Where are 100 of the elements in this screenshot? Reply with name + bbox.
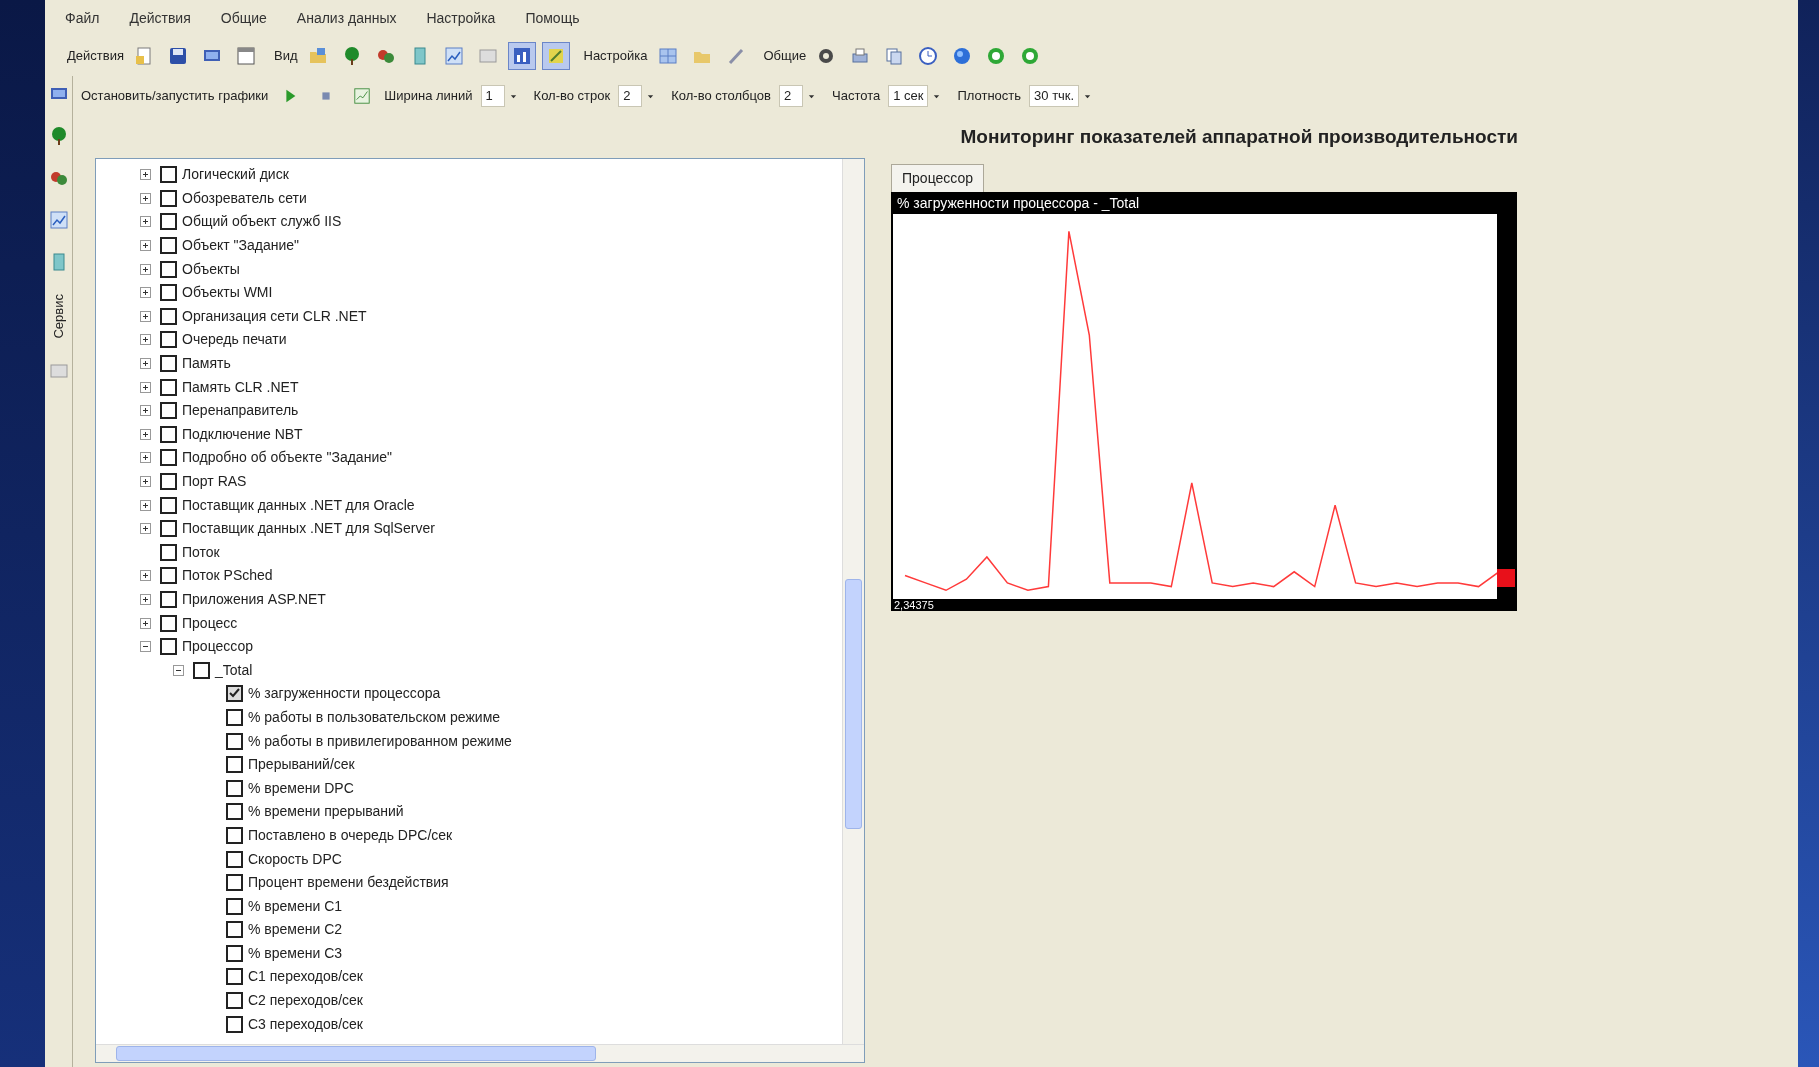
checkbox[interactable] — [160, 591, 177, 608]
tree-item-label[interactable]: Процесс — [182, 612, 238, 634]
checkbox[interactable] — [226, 708, 243, 726]
side-tab[interactable]: Сервис — [48, 294, 69, 339]
checkbox[interactable] — [160, 237, 177, 255]
checkbox[interactable] — [160, 331, 177, 349]
tree-item-label[interactable]: Подробно об объекте "Задание" — [182, 447, 392, 469]
menu-item[interactable]: Действия — [129, 7, 191, 29]
dropdown-field[interactable]: 30 тчк. — [1029, 85, 1080, 107]
expand-toggle[interactable] — [140, 287, 151, 299]
checkbox[interactable] — [160, 355, 177, 373]
tree-item-label[interactable]: Перенаправитель — [182, 400, 299, 422]
expand-toggle[interactable] — [140, 192, 151, 204]
vertical-scrollbar[interactable] — [842, 159, 864, 1044]
checkbox[interactable] — [160, 543, 177, 561]
expand-toggle[interactable] — [140, 381, 151, 393]
expand-toggle[interactable] — [140, 499, 151, 511]
tree-item-label[interactable]: C3 переходов/сек — [248, 1013, 363, 1035]
tree-item-label[interactable]: Поток PSched — [182, 565, 273, 587]
dropdown-field[interactable]: 1 — [480, 85, 505, 107]
expand-toggle[interactable] — [140, 216, 151, 228]
tree-item-label[interactable]: % загруженности процессора — [248, 683, 441, 705]
expand-toggle[interactable] — [140, 476, 151, 487]
menu-item[interactable]: Анализ данных — [296, 7, 397, 29]
checkbox[interactable] — [226, 685, 243, 703]
toolbar-button[interactable] — [507, 42, 536, 70]
tree-item-label[interactable]: % времени C2 — [248, 919, 343, 941]
tree-item-label[interactable]: C1 переходов/сек — [248, 966, 363, 988]
checkbox[interactable] — [160, 473, 177, 490]
checkbox[interactable] — [226, 921, 243, 939]
checkbox[interactable] — [160, 520, 177, 538]
tree-item-label[interactable]: Объекты WMI — [182, 282, 273, 304]
tree-item-label[interactable]: Память CLR .NET — [182, 376, 299, 398]
tree-item-label[interactable]: Поток — [182, 541, 220, 563]
checkbox[interactable] — [226, 803, 243, 821]
checkbox[interactable] — [160, 638, 177, 656]
tree-item-label[interactable]: % времени DPC — [248, 777, 354, 799]
expand-toggle[interactable] — [140, 263, 151, 275]
checkbox[interactable] — [226, 897, 243, 915]
menu-item[interactable]: Общие — [220, 7, 267, 29]
checkbox[interactable] — [160, 449, 177, 467]
menu-item[interactable]: Настройка — [426, 7, 496, 29]
checkbox[interactable] — [226, 826, 243, 844]
tree-item-label[interactable]: Приложения ASP.NET — [182, 589, 326, 610]
checkbox[interactable] — [160, 260, 177, 278]
tree-item-label[interactable]: Организация сети CLR .NET — [182, 305, 367, 327]
tree-item-label[interactable]: % времени прерываний — [248, 801, 404, 823]
expand-toggle[interactable] — [140, 169, 151, 181]
horizontal-scrollbar[interactable] — [96, 1044, 864, 1062]
expand-toggle[interactable] — [140, 310, 151, 322]
tree-item-label[interactable]: % работы в пользовательском режиме — [248, 706, 501, 728]
checkbox[interactable] — [160, 614, 177, 632]
checkbox[interactable] — [160, 307, 177, 325]
checkbox[interactable] — [160, 284, 177, 302]
expand-toggle[interactable] — [140, 240, 151, 252]
dropdown-field[interactable]: 2 — [618, 85, 643, 107]
tree-item-label[interactable]: Процент времени бездействия — [248, 872, 449, 894]
tree-item-label[interactable]: _Total — [215, 659, 253, 681]
checkbox[interactable] — [160, 425, 177, 443]
checkbox[interactable] — [160, 213, 177, 231]
checkbox[interactable] — [226, 944, 243, 962]
expand-toggle[interactable] — [140, 570, 151, 582]
checkbox[interactable] — [160, 567, 177, 585]
tree-item-label[interactable]: Порт RAS — [182, 471, 247, 492]
tree-item-label[interactable]: Процессор — [182, 636, 253, 658]
collapse-toggle[interactable] — [140, 641, 151, 653]
tree-item-label[interactable]: Объекты — [182, 258, 240, 280]
tree-item-label[interactable]: Подключение NBT — [182, 423, 303, 445]
checkbox[interactable] — [160, 378, 177, 396]
expand-toggle[interactable] — [140, 523, 151, 535]
menu-item[interactable]: Помощь — [525, 7, 580, 29]
tab[interactable]: Процессор — [891, 164, 984, 192]
tree-item-label[interactable]: Скорость DPC — [248, 848, 342, 870]
checkbox[interactable] — [160, 166, 177, 184]
tree-item-label[interactable]: Поставщик данных .NET для SqlServer — [182, 518, 435, 540]
chart-icon[interactable] — [48, 210, 69, 230]
tree-item-label[interactable]: % работы в привилегированном режиме — [248, 730, 512, 752]
tree-item-label[interactable]: % времени C3 — [248, 942, 343, 964]
tree-item-label[interactable]: Поставлено в очередь DPC/сек — [248, 824, 453, 846]
checkbox[interactable] — [226, 968, 243, 986]
tree-item-label[interactable]: Прерываний/сек — [248, 754, 355, 776]
checkbox[interactable] — [226, 1015, 243, 1033]
checkbox[interactable] — [226, 732, 243, 750]
dropdown-field[interactable]: 2 — [779, 85, 803, 107]
tree-item-label[interactable]: Общий объект служб IIS — [182, 211, 342, 233]
expand-toggle[interactable] — [140, 452, 151, 464]
tree-item-label[interactable]: C2 переходов/сек — [248, 990, 363, 1012]
tree-item-label[interactable]: Объект "Задание" — [182, 235, 300, 257]
checkbox[interactable] — [226, 756, 243, 774]
dropdown-field[interactable]: 1 сек — [888, 85, 929, 107]
menu-item[interactable]: Файл — [65, 7, 100, 29]
tree-item-label[interactable]: Память — [182, 353, 231, 375]
tree-item-label[interactable]: Очередь печати — [182, 329, 287, 351]
checkbox[interactable] — [226, 779, 243, 797]
checkbox[interactable] — [226, 992, 243, 1010]
collapse-toggle[interactable] — [173, 664, 184, 676]
tree-item-label[interactable]: % времени C1 — [248, 895, 343, 917]
expand-toggle[interactable] — [140, 594, 151, 605]
tree-item-label[interactable]: Поставщик данных .NET для Oracle — [182, 494, 415, 516]
checkbox[interactable] — [193, 661, 210, 679]
